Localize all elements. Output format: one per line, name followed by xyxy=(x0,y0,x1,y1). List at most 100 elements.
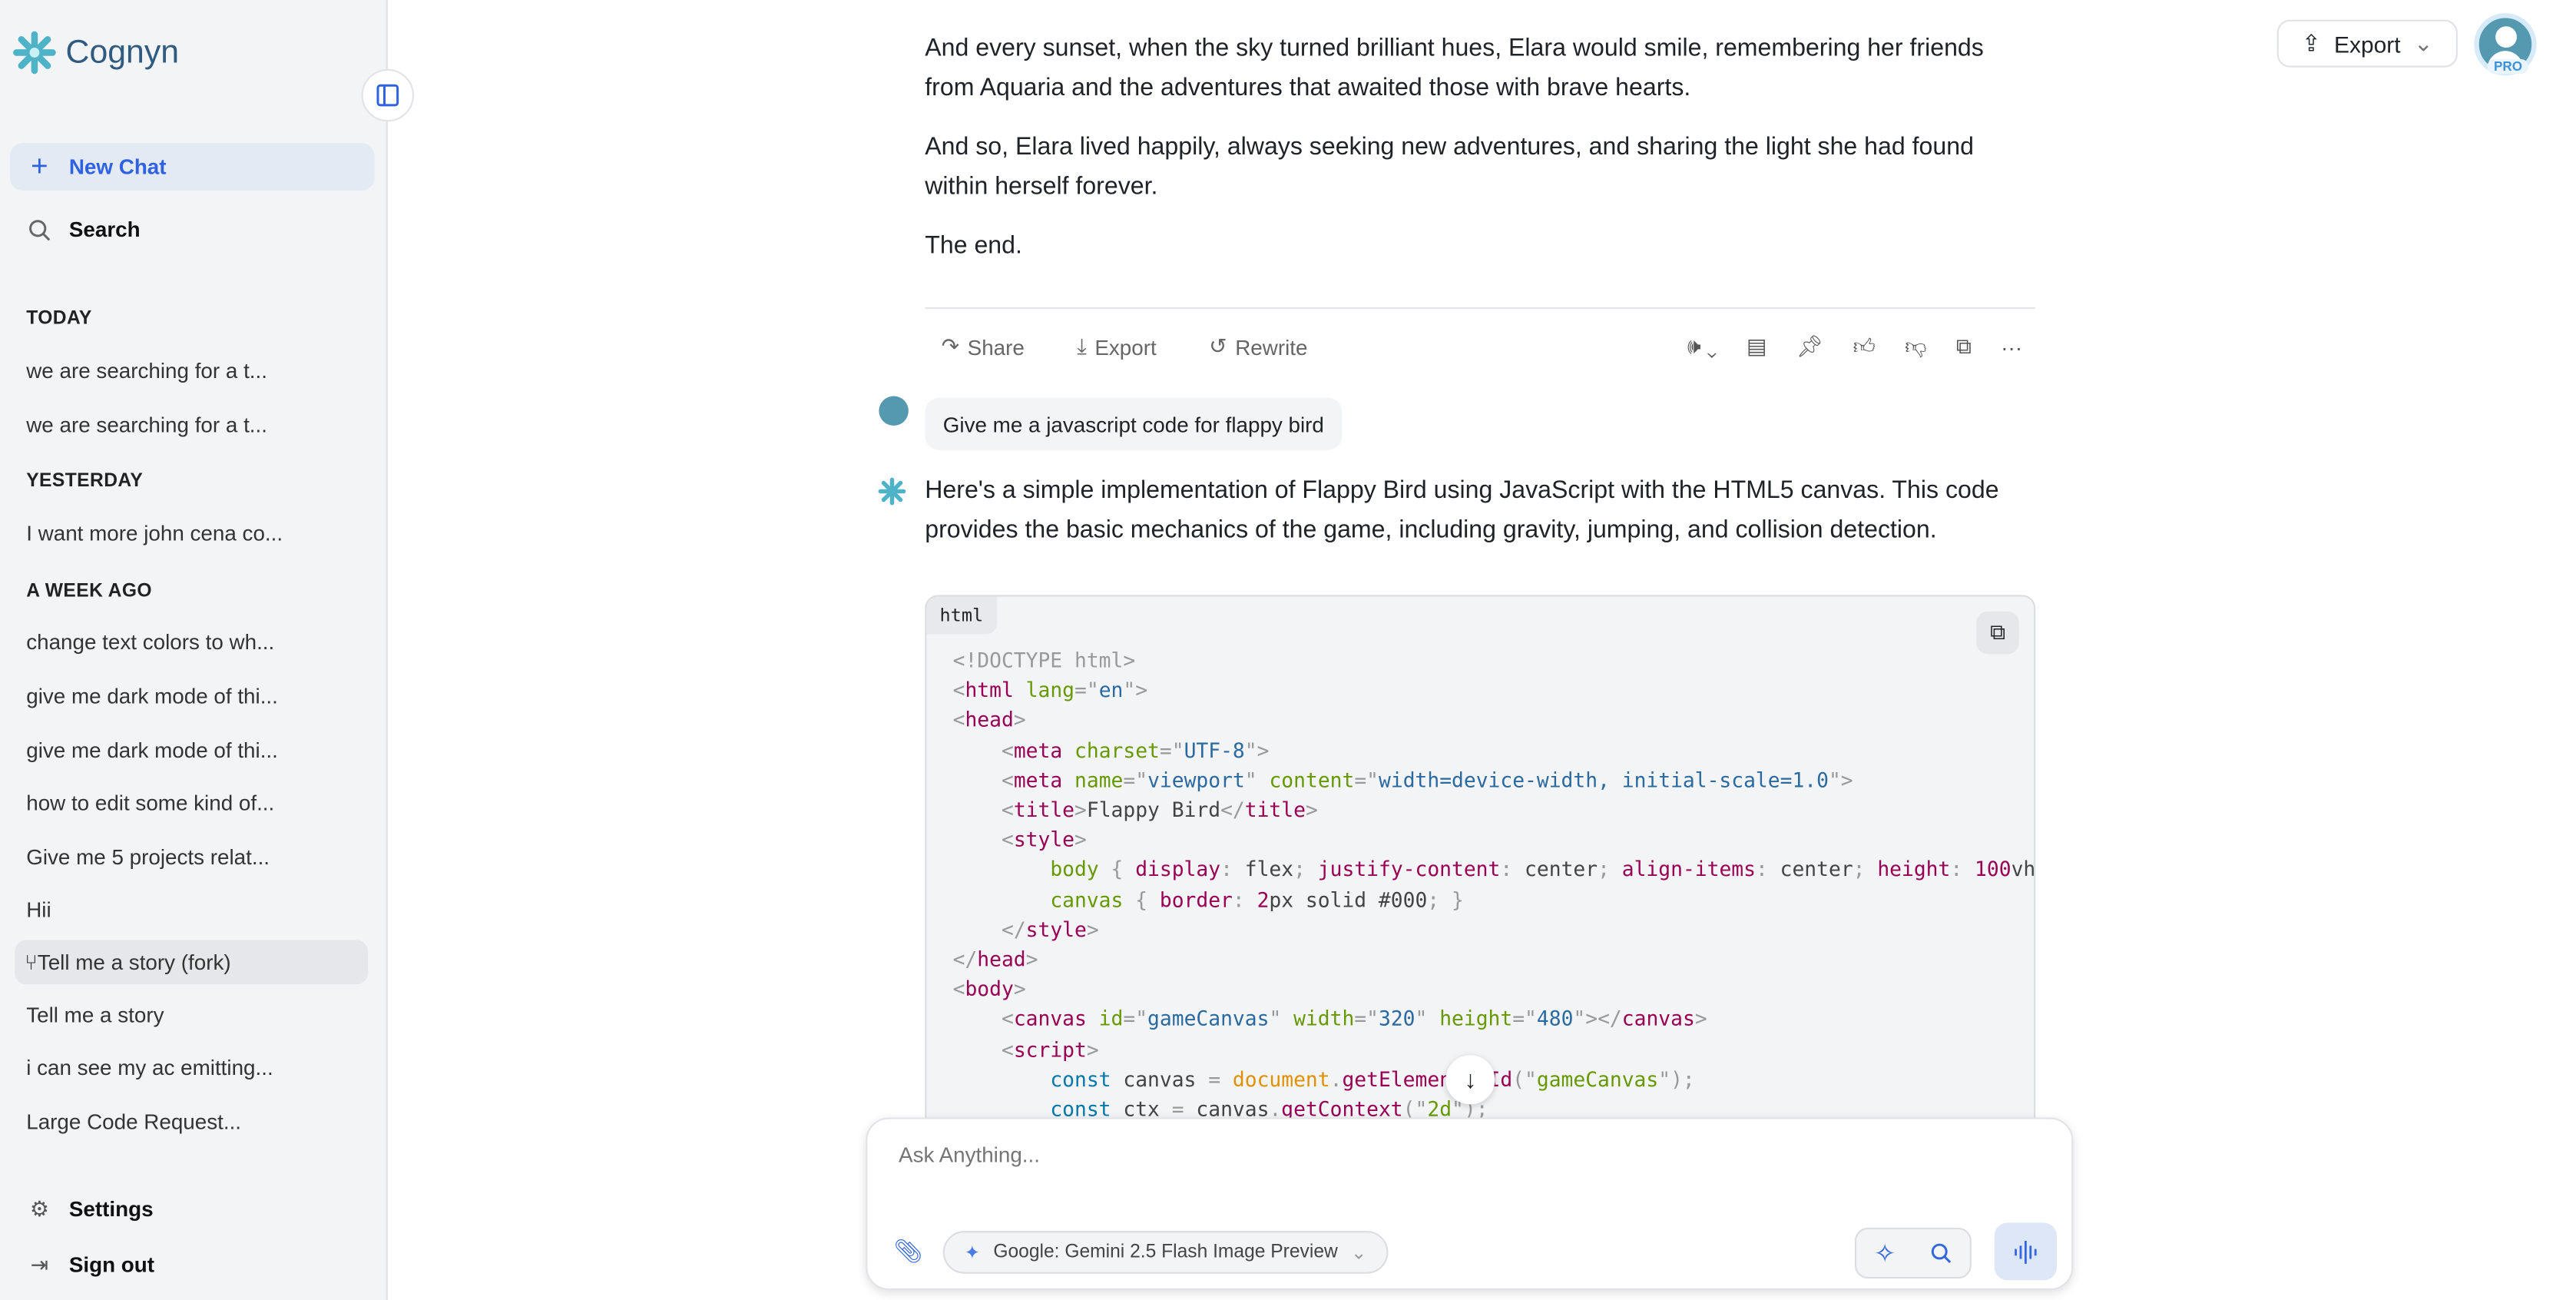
web-search-icon[interactable] xyxy=(1931,1242,1952,1264)
chat-title: I want more john cena co... xyxy=(26,521,283,546)
code-token: =" xyxy=(1123,768,1148,792)
export-label: Export xyxy=(2334,30,2401,57)
chat-history-item[interactable]: how to edit some kind of... xyxy=(15,781,368,825)
code-token: "); xyxy=(1658,1068,1695,1091)
chat-title: Give me 5 projects relat... xyxy=(26,844,270,870)
settings-button[interactable]: ⚙ Settings xyxy=(10,1185,375,1232)
model-selector[interactable]: ✦ Google: Gemini 2.5 Flash Image Preview ⌄ xyxy=(942,1231,1389,1274)
chat-title: we are searching for a t... xyxy=(26,358,267,383)
chat-history-item[interactable]: Give me 5 projects relat... xyxy=(15,835,368,880)
code-token: body xyxy=(1050,858,1099,882)
code-token: : xyxy=(1232,888,1257,912)
code-token: viewport xyxy=(1147,768,1245,792)
copy-icon: ⧉ xyxy=(1990,619,2005,645)
chat-history-item[interactable]: give me dark mode of thi... xyxy=(15,674,368,718)
more-icon[interactable]: ··· xyxy=(2001,334,2022,359)
search-button[interactable]: Search xyxy=(10,205,375,253)
code-token: </ xyxy=(1001,918,1026,942)
thumbs-down-icon[interactable]: 👎︎ xyxy=(1905,333,1926,360)
code-token: > xyxy=(1086,918,1099,942)
settings-label: Settings xyxy=(68,1196,154,1222)
chat-input[interactable] xyxy=(899,1142,2032,1167)
code-token: en xyxy=(1098,678,1124,702)
code-token: </ xyxy=(952,948,978,972)
story-paragraph: And so, Elara lived happily, always seek… xyxy=(925,133,1974,201)
code-token: > xyxy=(1694,1008,1707,1032)
sidebar-panel-icon xyxy=(376,84,399,107)
share-button[interactable]: ↷ Share xyxy=(942,333,1025,360)
code-token: gameCanvas xyxy=(1536,1068,1659,1091)
voice-button[interactable] xyxy=(1994,1222,2058,1281)
avatar-head xyxy=(2495,26,2516,48)
code-token: { xyxy=(1098,858,1136,882)
export-button[interactable]: ⇪ Export ⌄ xyxy=(2276,19,2458,68)
share-label: Share xyxy=(967,334,1025,360)
chat-history-item[interactable]: Hii xyxy=(15,887,368,932)
code-token: > xyxy=(1305,798,1318,822)
arrow-down-icon: ↓ xyxy=(1464,1066,1477,1094)
section-header: TODAY xyxy=(26,309,92,329)
code-token: px solid #000 xyxy=(1269,888,1428,912)
code-line: body { display: flex; justify-content: c… xyxy=(953,855,2034,885)
code-token: height xyxy=(1877,858,1951,882)
chat-history-item[interactable]: ⑂ Tell me a story (fork) xyxy=(15,940,369,985)
chat-history-item[interactable]: give me dark mode of thi... xyxy=(15,728,368,773)
chat-history-item[interactable]: I want more john cena co... xyxy=(15,511,368,555)
chat-history-item[interactable]: change text colors to wh... xyxy=(15,619,368,664)
code-token: > xyxy=(1074,828,1087,852)
code-token: > xyxy=(1074,798,1087,822)
export-message-button[interactable]: ⤓ Export xyxy=(1077,333,1156,360)
download-icon: ⤓ xyxy=(1077,333,1087,359)
chat-title: Large Code Request... xyxy=(26,1109,242,1134)
search-icon xyxy=(10,217,69,240)
code-token: width=device-width, initial-scale=1.0 xyxy=(1379,768,1829,792)
code-token: =" xyxy=(1354,1008,1379,1032)
code-token: head xyxy=(977,948,1026,972)
code-token: ; } xyxy=(1427,888,1464,912)
code-token: < xyxy=(952,708,965,732)
sidebar-toggle-button[interactable] xyxy=(361,68,415,122)
sign-out-button[interactable]: ⇥ Sign out xyxy=(10,1241,375,1288)
thumbs-up-icon[interactable]: 👍︎ xyxy=(1853,333,1876,360)
gear-icon: ⚙ xyxy=(29,1196,49,1221)
chat-history-item[interactable]: we are searching for a t... xyxy=(15,348,368,393)
user-message: Give me a javascript code for flappy bir… xyxy=(925,397,1343,451)
chat-history-item[interactable]: i can see my ac emitting... xyxy=(15,1045,368,1089)
search-label: Search xyxy=(68,217,141,242)
chat-title: i can see my ac emitting... xyxy=(26,1055,273,1080)
code-token: > xyxy=(1013,978,1026,1002)
chat-title: we are searching for a t... xyxy=(26,412,267,437)
sign-out-icon: ⇥ xyxy=(30,1251,49,1276)
code-token: (" xyxy=(1512,1068,1537,1091)
sparkle-icon[interactable]: ✧ xyxy=(1874,1237,1896,1270)
chat-history-item[interactable]: Large Code Request... xyxy=(15,1099,368,1144)
code-token: </ xyxy=(1220,798,1245,822)
code-token: 480 xyxy=(1536,1008,1574,1032)
chevron-down-icon: ⌄ xyxy=(2413,29,2433,56)
notes-icon[interactable]: ▤ xyxy=(1747,333,1766,360)
code-token: lang xyxy=(1013,678,1075,702)
chat-history-item[interactable]: we are searching for a t... xyxy=(15,403,368,447)
new-chat-button[interactable]: + New Chat xyxy=(9,143,375,191)
logo[interactable]: Cognyn xyxy=(12,30,179,76)
attach-icon[interactable]: 📎︎ xyxy=(894,1238,923,1265)
copy-icon[interactable]: ⧉ xyxy=(1956,333,1972,360)
code-token: canvas xyxy=(1013,1008,1087,1032)
code-token: "></ xyxy=(1573,1008,1622,1032)
code-line: </style> xyxy=(953,915,2034,945)
code-token: " xyxy=(1415,1008,1428,1032)
chat-history-item[interactable]: Tell me a story xyxy=(15,993,368,1037)
code-token: ; xyxy=(1853,858,1878,882)
speaker-icon[interactable]: 🕪︎ ⌄ xyxy=(1687,333,1717,360)
plus-icon: + xyxy=(31,149,48,183)
scroll-down-button[interactable]: ↓ xyxy=(1445,1055,1495,1105)
code-token: 320 xyxy=(1378,1008,1415,1032)
pin-icon[interactable]: 📌︎ xyxy=(1796,333,1823,360)
code-token: =" xyxy=(1074,678,1099,702)
export-label: Export xyxy=(1094,334,1157,360)
rewrite-button[interactable]: ↺ Rewrite xyxy=(1209,333,1307,360)
code-token: canvas xyxy=(1050,888,1124,912)
